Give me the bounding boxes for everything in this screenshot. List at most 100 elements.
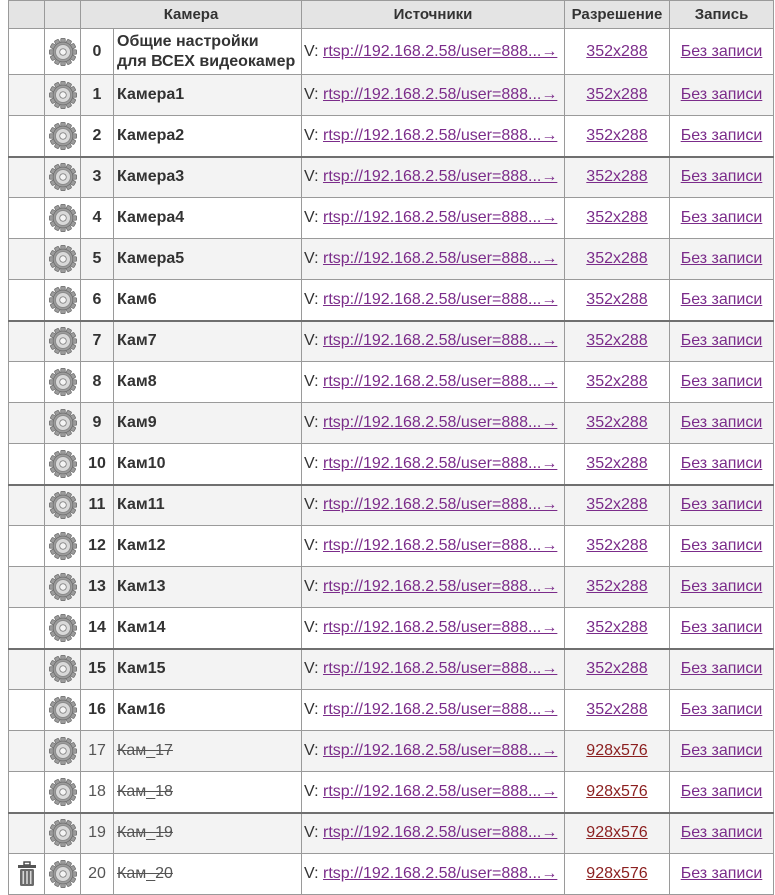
gear-icon[interactable] [48, 408, 78, 438]
gear-icon[interactable] [48, 531, 78, 561]
camera-settings-button[interactable] [48, 696, 78, 724]
resolution-link[interactable]: 352x288 [586, 332, 647, 349]
recording-link[interactable]: Без записи [681, 291, 763, 308]
resolution-link[interactable]: 352x288 [586, 209, 647, 226]
camera-settings-button[interactable] [48, 532, 78, 560]
camera-settings-button[interactable] [48, 37, 78, 66]
recording-link[interactable]: Без записи [681, 578, 763, 595]
source-link[interactable]: rtsp://192.168.2.58/user=888...→ [323, 783, 557, 800]
recording-link[interactable]: Без записи [681, 701, 763, 718]
camera-settings-button[interactable] [48, 573, 78, 601]
source-link[interactable]: rtsp://192.168.2.58/user=888...→ [323, 578, 557, 595]
resolution-link[interactable]: 352x288 [586, 373, 647, 390]
gear-icon[interactable] [48, 285, 78, 315]
resolution-link[interactable]: 352x288 [586, 291, 647, 308]
gear-icon[interactable] [48, 367, 78, 397]
resolution-link[interactable]: 352x288 [586, 43, 647, 60]
camera-settings-button[interactable] [48, 491, 78, 520]
recording-link[interactable]: Без записи [681, 783, 763, 800]
resolution-link[interactable]: 352x288 [586, 86, 647, 103]
recording-link[interactable]: Без записи [681, 209, 763, 226]
gear-icon[interactable] [48, 613, 78, 643]
source-link[interactable]: rtsp://192.168.2.58/user=888...→ [323, 250, 557, 267]
source-link[interactable]: rtsp://192.168.2.58/user=888...→ [323, 127, 557, 144]
source-link[interactable]: rtsp://192.168.2.58/user=888...→ [323, 455, 557, 472]
gear-icon[interactable] [48, 449, 78, 479]
recording-link[interactable]: Без записи [681, 496, 763, 513]
resolution-link[interactable]: 352x288 [586, 168, 647, 185]
recording-link[interactable]: Без записи [681, 43, 763, 60]
recording-link[interactable]: Без записи [681, 168, 763, 185]
gear-icon[interactable] [48, 777, 78, 807]
gear-icon[interactable] [48, 37, 78, 67]
source-link[interactable]: rtsp://192.168.2.58/user=888...→ [323, 373, 557, 390]
recording-link[interactable]: Без записи [681, 414, 763, 431]
source-link[interactable]: rtsp://192.168.2.58/user=888...→ [323, 86, 557, 103]
recording-link[interactable]: Без записи [681, 865, 763, 882]
recording-link[interactable]: Без записи [681, 619, 763, 636]
recording-link[interactable]: Без записи [681, 127, 763, 144]
camera-settings-button[interactable] [48, 737, 78, 765]
camera-settings-button[interactable] [48, 163, 78, 192]
camera-settings-button[interactable] [48, 449, 78, 478]
resolution-link[interactable]: 352x288 [586, 619, 647, 636]
recording-link[interactable]: Без записи [681, 742, 763, 759]
source-link[interactable]: rtsp://192.168.2.58/user=888...→ [323, 701, 557, 718]
camera-settings-button[interactable] [48, 81, 78, 109]
source-link[interactable]: rtsp://192.168.2.58/user=888...→ [323, 537, 557, 554]
trash-icon[interactable] [17, 861, 37, 887]
camera-settings-button[interactable] [48, 285, 78, 314]
resolution-link[interactable]: 928x576 [586, 783, 647, 800]
source-link[interactable]: rtsp://192.168.2.58/user=888...→ [323, 168, 557, 185]
gear-icon[interactable] [48, 859, 78, 889]
recording-link[interactable]: Без записи [681, 537, 763, 554]
gear-icon[interactable] [48, 736, 78, 766]
resolution-link[interactable]: 352x288 [586, 496, 647, 513]
recording-link[interactable]: Без записи [681, 660, 763, 677]
resolution-link[interactable]: 928x576 [586, 824, 647, 841]
resolution-link[interactable]: 352x288 [586, 701, 647, 718]
resolution-link[interactable]: 352x288 [586, 660, 647, 677]
resolution-link[interactable]: 928x576 [586, 742, 647, 759]
gear-icon[interactable] [48, 490, 78, 520]
gear-icon[interactable] [48, 326, 78, 356]
camera-settings-button[interactable] [48, 368, 78, 396]
gear-icon[interactable] [48, 121, 78, 151]
gear-icon[interactable] [48, 818, 78, 848]
resolution-link[interactable]: 352x288 [586, 127, 647, 144]
source-link[interactable]: rtsp://192.168.2.58/user=888...→ [323, 660, 557, 677]
camera-settings-button[interactable] [48, 204, 78, 232]
camera-settings-button[interactable] [48, 777, 78, 806]
resolution-link[interactable]: 928x576 [586, 865, 647, 882]
resolution-link[interactable]: 352x288 [586, 455, 647, 472]
resolution-link[interactable]: 352x288 [586, 250, 647, 267]
recording-link[interactable]: Без записи [681, 86, 763, 103]
camera-settings-button[interactable] [48, 819, 78, 848]
gear-icon[interactable] [48, 80, 78, 110]
source-link[interactable]: rtsp://192.168.2.58/user=888...→ [323, 291, 557, 308]
camera-settings-button[interactable] [48, 613, 78, 642]
gear-icon[interactable] [48, 162, 78, 192]
camera-settings-button[interactable] [48, 409, 78, 437]
camera-settings-button[interactable] [48, 121, 78, 150]
gear-icon[interactable] [48, 572, 78, 602]
camera-settings-button[interactable] [48, 860, 78, 888]
delete-camera-button[interactable] [17, 861, 37, 886]
recording-link[interactable]: Без записи [681, 332, 763, 349]
source-link[interactable]: rtsp://192.168.2.58/user=888...→ [323, 332, 557, 349]
gear-icon[interactable] [48, 203, 78, 233]
source-link[interactable]: rtsp://192.168.2.58/user=888...→ [323, 209, 557, 226]
source-link[interactable]: rtsp://192.168.2.58/user=888...→ [323, 43, 557, 60]
resolution-link[interactable]: 352x288 [586, 537, 647, 554]
camera-settings-button[interactable] [48, 655, 78, 684]
gear-icon[interactable] [48, 244, 78, 274]
source-link[interactable]: rtsp://192.168.2.58/user=888...→ [323, 742, 557, 759]
source-link[interactable]: rtsp://192.168.2.58/user=888...→ [323, 496, 557, 513]
source-link[interactable]: rtsp://192.168.2.58/user=888...→ [323, 865, 557, 882]
recording-link[interactable]: Без записи [681, 455, 763, 472]
source-link[interactable]: rtsp://192.168.2.58/user=888...→ [323, 414, 557, 431]
gear-icon[interactable] [48, 654, 78, 684]
camera-settings-button[interactable] [48, 245, 78, 273]
recording-link[interactable]: Без записи [681, 824, 763, 841]
recording-link[interactable]: Без записи [681, 373, 763, 390]
